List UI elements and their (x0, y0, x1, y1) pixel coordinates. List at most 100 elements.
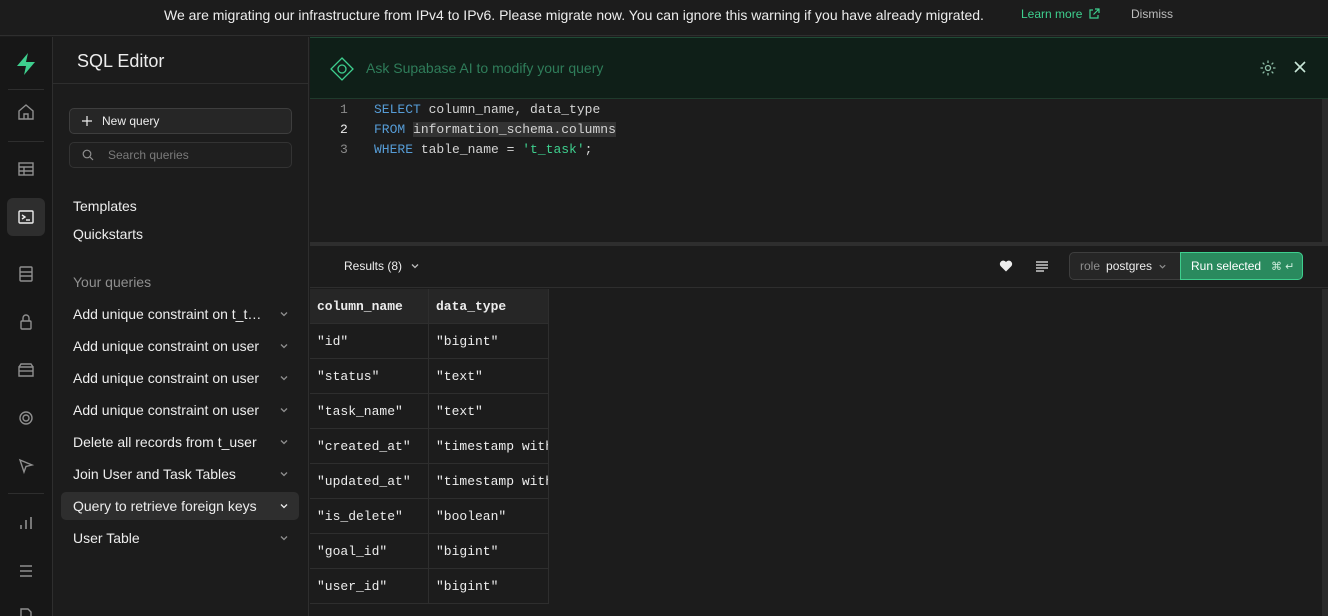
sql-code-editor[interactable]: 1 SELECT column_name, data_type 2 FROM i… (310, 99, 1328, 242)
sql-keyword: FROM (374, 122, 406, 137)
ai-assistant-icon (330, 57, 354, 81)
role-value: postgres (1106, 259, 1153, 273)
chevron-down-icon[interactable] (279, 437, 289, 447)
table-cell[interactable]: "boolean" (429, 499, 549, 534)
line-number: 3 (340, 142, 348, 157)
query-item[interactable]: Add unique constraint on user (61, 332, 299, 360)
results-label: Results (8) (344, 259, 403, 273)
query-item[interactable]: User Table (61, 524, 299, 552)
code-line[interactable]: WHERE table_name = 't_task'; (374, 142, 592, 157)
chevron-down-icon[interactable] (279, 309, 289, 319)
run-selected-button[interactable]: Run selected ⌘ ↵ (1180, 252, 1303, 280)
table-cell[interactable]: "updated_at" (310, 464, 429, 499)
query-item[interactable]: Join User and Task Tables (61, 460, 299, 488)
table-cell[interactable]: "text" (429, 359, 549, 394)
sql-string: 't_task' (522, 142, 585, 157)
chevron-down-icon (1159, 264, 1166, 269)
code-line[interactable]: SELECT column_name, data_type (374, 102, 600, 117)
realtime-icon[interactable] (7, 399, 45, 437)
dismiss-button[interactable]: Dismiss (1131, 7, 1173, 21)
run-label: Run selected (1191, 259, 1262, 273)
code-line[interactable]: FROM information_schema.columns (374, 122, 616, 137)
table-cell[interactable]: "timestamp with (429, 429, 549, 464)
column-header[interactable]: data_type (429, 289, 549, 324)
chevron-down-icon[interactable] (279, 373, 289, 383)
table-cell[interactable]: "status" (310, 359, 429, 394)
icon-rail (0, 37, 53, 616)
table-editor-icon[interactable] (7, 150, 45, 188)
database-icon[interactable] (7, 255, 45, 293)
query-item[interactable]: Add unique constraint on user (61, 364, 299, 392)
table-cell[interactable]: "is_delete" (310, 499, 429, 534)
search-queries (69, 142, 292, 168)
role-selector[interactable]: role postgres (1069, 252, 1181, 280)
editor-scrollbar[interactable] (1322, 99, 1328, 242)
query-item-label: Query to retrieve foreign keys (73, 498, 257, 514)
logs-icon[interactable] (7, 552, 45, 590)
auth-lock-icon[interactable] (7, 303, 45, 341)
close-icon[interactable] (1292, 59, 1308, 75)
home-icon[interactable] (7, 93, 45, 131)
chevron-down-icon[interactable] (279, 405, 289, 415)
code-text: table_name = (413, 142, 523, 157)
chevron-down-icon[interactable] (279, 341, 289, 351)
results-grid: column_name data_type "id" "bigint" "status"… (310, 289, 1328, 616)
learn-more-link[interactable]: Learn more (1021, 7, 1100, 21)
search-input[interactable] (108, 148, 278, 162)
table-cell[interactable]: "timestamp with (429, 464, 549, 499)
quickstarts-link[interactable]: Quickstarts (73, 226, 143, 242)
supabase-logo-icon[interactable] (7, 45, 45, 83)
format-lines-icon[interactable] (1035, 259, 1049, 273)
chevron-down-icon[interactable] (279, 501, 289, 511)
table-cell[interactable]: "created_at" (310, 429, 429, 464)
main-panel: 1 SELECT column_name, data_type 2 FROM i… (310, 37, 1328, 616)
table-cell[interactable]: "id" (310, 324, 429, 359)
query-item-label: Delete all records from t_user (73, 434, 257, 450)
query-item[interactable]: Delete all records from t_user (61, 428, 299, 456)
settings-gear-icon[interactable] (1259, 59, 1277, 77)
templates-link[interactable]: Templates (73, 198, 137, 214)
sidebar-title: SQL Editor (77, 51, 165, 71)
table-cell[interactable]: "bigint" (429, 534, 549, 569)
query-item-active[interactable]: Query to retrieve foreign keys (61, 492, 299, 520)
query-item[interactable]: Add unique constraint on t_task (61, 300, 299, 328)
table-cell[interactable]: "bigint" (429, 569, 549, 604)
table-cell[interactable]: "user_id" (310, 569, 429, 604)
query-item-label: Add unique constraint on user (73, 402, 260, 418)
table-cell[interactable]: "goal_id" (310, 534, 429, 569)
column-header[interactable]: column_name (310, 289, 429, 324)
results-toolbar: Results (8) role postgres Run selected ⌘… (310, 246, 1328, 288)
query-item-label: Add unique constraint on t_task (73, 306, 263, 322)
results-scrollbar[interactable] (1322, 289, 1328, 616)
new-query-label: New query (102, 114, 160, 128)
favorite-heart-icon[interactable] (999, 259, 1013, 273)
your-queries-label: Your queries (73, 274, 152, 290)
table-cell[interactable]: "text" (429, 394, 549, 429)
edge-functions-icon[interactable] (7, 447, 45, 485)
new-query-button[interactable]: New query (69, 108, 292, 134)
chevron-down-icon[interactable] (279, 533, 289, 543)
query-item-label: Add unique constraint on user (73, 370, 260, 386)
query-item[interactable]: Add unique constraint on user (61, 396, 299, 424)
line-number: 2 (340, 122, 348, 137)
query-item-label: Join User and Task Tables (73, 466, 236, 482)
reports-icon[interactable] (7, 504, 45, 542)
storage-icon[interactable] (7, 351, 45, 389)
run-shortcut: ⌘ ↵ (1271, 260, 1295, 273)
results-dropdown[interactable]: Results (8) (344, 259, 420, 273)
search-icon (82, 149, 94, 161)
docs-icon[interactable] (7, 597, 45, 616)
sql-editor-sidebar: SQL Editor New query Templates Quickstar… (53, 37, 309, 616)
chevron-down-icon[interactable] (279, 469, 289, 479)
ai-prompt-input[interactable] (366, 60, 1066, 76)
line-number: 1 (340, 102, 348, 117)
code-text: column_name, data_type (420, 102, 601, 117)
query-item-label: User Table (73, 530, 140, 546)
learn-more-label: Learn more (1021, 7, 1083, 21)
query-item-label: Add unique constraint on user (73, 338, 260, 354)
table-cell[interactable]: "task_name" (310, 394, 429, 429)
table-cell[interactable]: "bigint" (429, 324, 549, 359)
sql-editor-icon[interactable] (7, 198, 45, 236)
sql-keyword: SELECT (374, 102, 421, 117)
banner-message: We are migrating our infrastructure from… (164, 7, 984, 23)
